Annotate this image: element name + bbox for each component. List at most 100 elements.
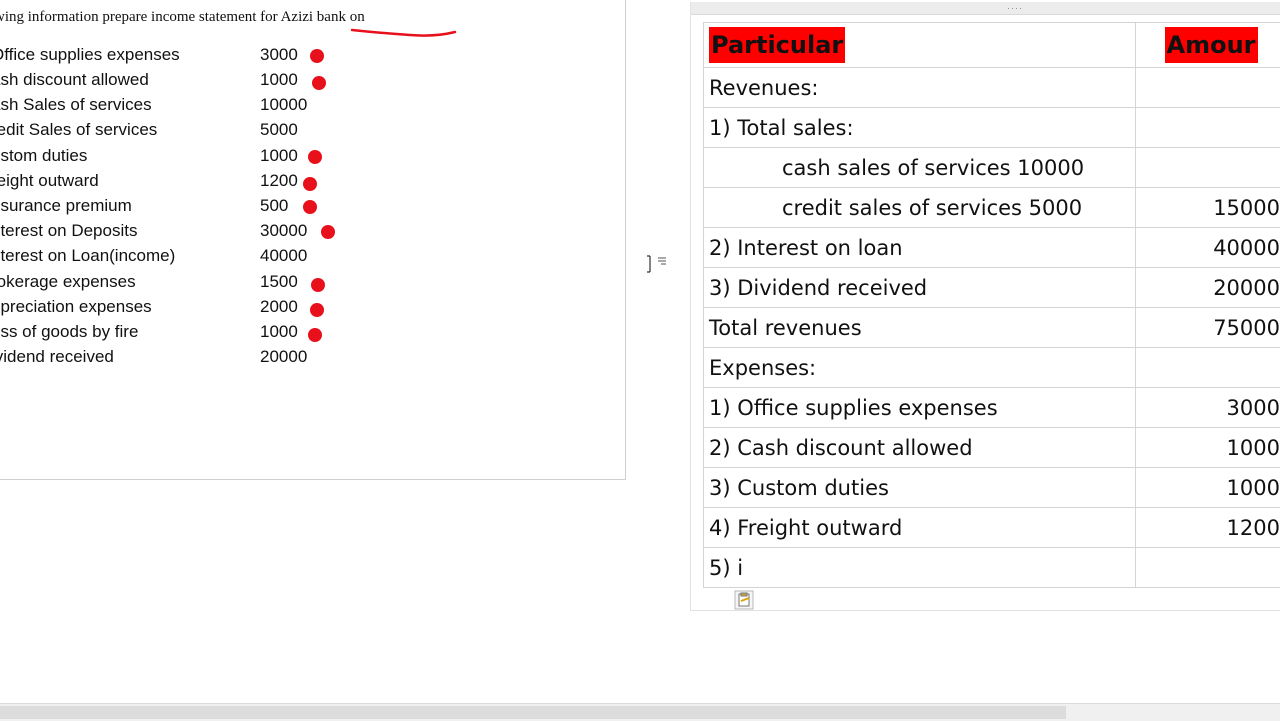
item-row: Office supplies expenses 3000 xyxy=(0,45,400,69)
particular-cell[interactable]: 5) i xyxy=(704,548,1136,588)
red-marker-dot xyxy=(310,303,324,317)
item-label: oss of goods by fire xyxy=(0,322,138,342)
paste-options-icon[interactable] xyxy=(734,590,754,610)
amount-text: 1000 xyxy=(1227,476,1280,500)
particular-text: 5) i xyxy=(709,556,743,580)
item-amount: 1000 xyxy=(260,70,298,90)
table-row: 3) Dividend received 20000 xyxy=(704,268,1280,308)
particular-cell[interactable]: Revenues: xyxy=(704,68,1136,108)
amount-cell[interactable] xyxy=(1135,548,1280,588)
amount-cell[interactable]: 1000 xyxy=(1135,428,1280,468)
item-row: ash discount allowed 1000 xyxy=(0,70,400,94)
red-marker-dot xyxy=(303,177,317,191)
item-row: reight outward1200 xyxy=(0,171,400,195)
table-row: cash sales of services 10000 xyxy=(704,148,1280,188)
particular-cell[interactable]: 2) Cash discount allowed xyxy=(704,428,1136,468)
table-row: 2) Interest on loan 40000 xyxy=(704,228,1280,268)
red-marker-dot xyxy=(308,328,322,342)
header-row: Particular Amour xyxy=(704,23,1280,68)
item-row: redit Sales of services5000 xyxy=(0,120,400,144)
scrollbar-thumb[interactable] xyxy=(0,706,1066,719)
amount-cell[interactable]: 3000 xyxy=(1135,388,1280,428)
cursor-lines-icon xyxy=(657,257,667,265)
particular-text: credit sales of services 5000 xyxy=(709,196,1082,220)
income-statement-table: Particular Amour Revenues: 1) Total sales… xyxy=(703,22,1280,588)
item-row: rokerage expenses1500 xyxy=(0,272,400,296)
item-label: ustom duties xyxy=(0,146,87,166)
amount-cell[interactable] xyxy=(1135,108,1280,148)
table-row: Total revenues 75000 xyxy=(704,308,1280,348)
item-label: ash discount allowed xyxy=(0,70,149,90)
table-row: credit sales of services 5000 15000 xyxy=(704,188,1280,228)
particular-cell[interactable]: cash sales of services 10000 xyxy=(704,148,1136,188)
item-row: oss of goods by fire1000 xyxy=(0,322,400,346)
i-beam-cursor-icon xyxy=(646,255,654,273)
particular-text: 3) Dividend received xyxy=(709,276,927,300)
amount-text: 75000 xyxy=(1213,316,1280,340)
amount-cell[interactable]: 1000 xyxy=(1135,468,1280,508)
item-row: ash Sales of services 10000 xyxy=(0,95,400,119)
amount-cell[interactable]: 75000 xyxy=(1135,308,1280,348)
item-label: reight outward xyxy=(0,171,99,191)
amount-text: 1000 xyxy=(1227,436,1280,460)
header-cell-amount[interactable]: Amour xyxy=(1135,23,1280,68)
particular-cell[interactable]: 3) Custom duties xyxy=(704,468,1136,508)
amount-cell[interactable]: 20000 xyxy=(1135,268,1280,308)
amount-cell[interactable] xyxy=(1135,348,1280,388)
item-amount: 2000 xyxy=(260,297,298,317)
item-amount: 3000 xyxy=(260,45,298,65)
red-marker-dot xyxy=(303,200,317,214)
amount-cell[interactable]: 40000 xyxy=(1135,228,1280,268)
amount-text: 40000 xyxy=(1213,236,1280,260)
table-row: 1) Total sales: xyxy=(704,108,1280,148)
red-marker-dot xyxy=(308,150,322,164)
item-label: ividend received xyxy=(0,347,114,367)
horizontal-scrollbar[interactable] xyxy=(0,703,1280,721)
table-row: 1) Office supplies expenses 3000 xyxy=(704,388,1280,428)
particular-text: 2) Interest on loan xyxy=(709,236,903,260)
particular-text: 1) Office supplies expenses xyxy=(709,396,998,420)
header-particular-label: Particular xyxy=(709,27,845,63)
table-row: 2) Cash discount allowed 1000 xyxy=(704,428,1280,468)
table-row: 5) i xyxy=(704,548,1280,588)
amount-cell[interactable]: 1200 xyxy=(1135,508,1280,548)
item-amount: 20000 xyxy=(260,347,307,367)
item-amount: 10000 xyxy=(260,95,307,115)
amount-cell[interactable]: 15000 xyxy=(1135,188,1280,228)
particular-cell[interactable]: Expenses: xyxy=(704,348,1136,388)
header-cell-particular[interactable]: Particular xyxy=(704,23,1136,68)
amount-cell[interactable] xyxy=(1135,68,1280,108)
particular-cell[interactable]: 1) Total sales: xyxy=(704,108,1136,148)
particular-text: cash sales of services 10000 xyxy=(709,156,1084,180)
red-marker-dot xyxy=(321,225,335,239)
item-label: ash Sales of services xyxy=(0,95,152,115)
particular-text: Revenues: xyxy=(709,76,818,100)
item-row: nsurance premium500 xyxy=(0,196,400,220)
red-marker-dot xyxy=(311,278,325,292)
particular-cell[interactable]: Total revenues xyxy=(704,308,1136,348)
panel-title-bar[interactable]: ···· xyxy=(691,2,1280,15)
table-row: 3) Custom duties 1000 xyxy=(704,468,1280,508)
particular-cell[interactable]: credit sales of services 5000 xyxy=(704,188,1136,228)
item-amount: 1000 xyxy=(260,146,298,166)
item-row: epreciation expenses2000 xyxy=(0,297,400,321)
red-marker-dot xyxy=(312,76,326,90)
item-row: ividend received 20000 xyxy=(0,347,400,371)
amount-text: 15000 xyxy=(1213,196,1280,220)
table-row: Expenses: xyxy=(704,348,1280,388)
particular-cell[interactable]: 1) Office supplies expenses xyxy=(704,388,1136,428)
item-row: nterest on Loan(income)40000 xyxy=(0,246,400,270)
amount-text: 20000 xyxy=(1213,276,1280,300)
amount-text: 1200 xyxy=(1227,516,1280,540)
item-label: redit Sales of services xyxy=(0,120,157,140)
amount-cell[interactable] xyxy=(1135,148,1280,188)
item-label: Office supplies expenses xyxy=(0,45,180,65)
drag-grip-icon[interactable]: ···· xyxy=(1007,3,1023,13)
particular-text: Total revenues xyxy=(709,316,862,340)
item-amount: 1500 xyxy=(260,272,298,292)
particular-cell[interactable]: 4) Freight outward xyxy=(704,508,1136,548)
particular-cell[interactable]: 2) Interest on loan xyxy=(704,228,1136,268)
particular-cell[interactable]: 3) Dividend received xyxy=(704,268,1136,308)
item-amount: 500 xyxy=(260,196,288,216)
document-heading: wing information prepare income statemen… xyxy=(0,9,365,26)
